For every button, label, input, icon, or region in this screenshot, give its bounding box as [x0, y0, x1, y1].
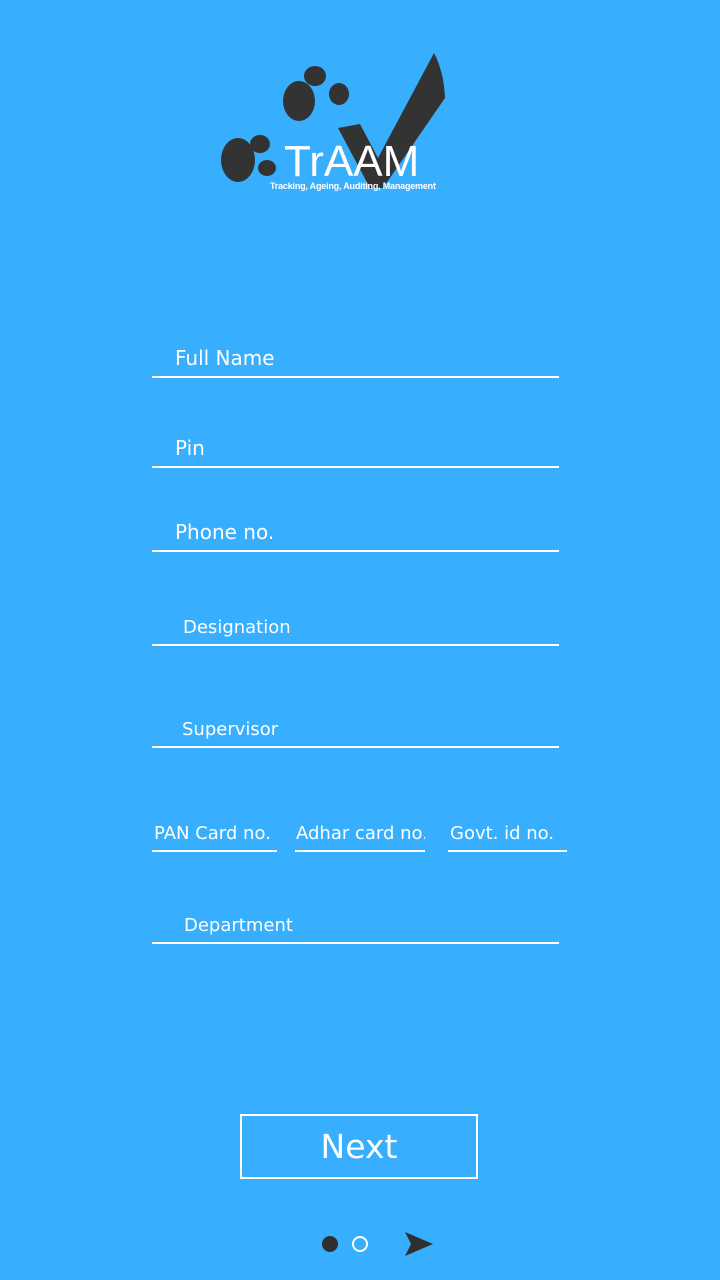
full-name-input[interactable]	[152, 346, 559, 370]
next-button[interactable]: Next	[240, 1114, 478, 1179]
supervisor-input[interactable]	[152, 719, 559, 740]
govt-id-field	[448, 808, 567, 852]
pin-field	[152, 420, 559, 468]
department-field	[152, 900, 559, 944]
adhar-card-field	[295, 808, 425, 852]
svg-text:TrAAM: TrAAM	[284, 137, 419, 186]
phone-field	[152, 505, 559, 552]
pan-card-field	[152, 808, 277, 852]
page-indicator-inactive	[352, 1236, 368, 1252]
govt-id-input[interactable]	[448, 823, 567, 844]
designation-field	[152, 600, 559, 646]
department-input[interactable]	[152, 915, 559, 936]
pan-card-input[interactable]	[152, 823, 277, 844]
app-logo: TrAAM Tracking, Ageing, Auditing, Manage…	[218, 48, 450, 200]
supervisor-field	[152, 706, 559, 748]
pin-input[interactable]	[152, 436, 559, 460]
adhar-card-input[interactable]	[295, 823, 425, 844]
logo-tagline: Tracking, Ageing, Auditing, Management	[270, 181, 436, 191]
next-arrow-icon[interactable]	[404, 1231, 434, 1257]
phone-input[interactable]	[152, 520, 559, 544]
page-indicator-active	[322, 1236, 338, 1252]
designation-input[interactable]	[152, 617, 559, 638]
paw-checkmark-icon: TrAAM	[221, 53, 445, 188]
full-name-field	[152, 330, 559, 378]
